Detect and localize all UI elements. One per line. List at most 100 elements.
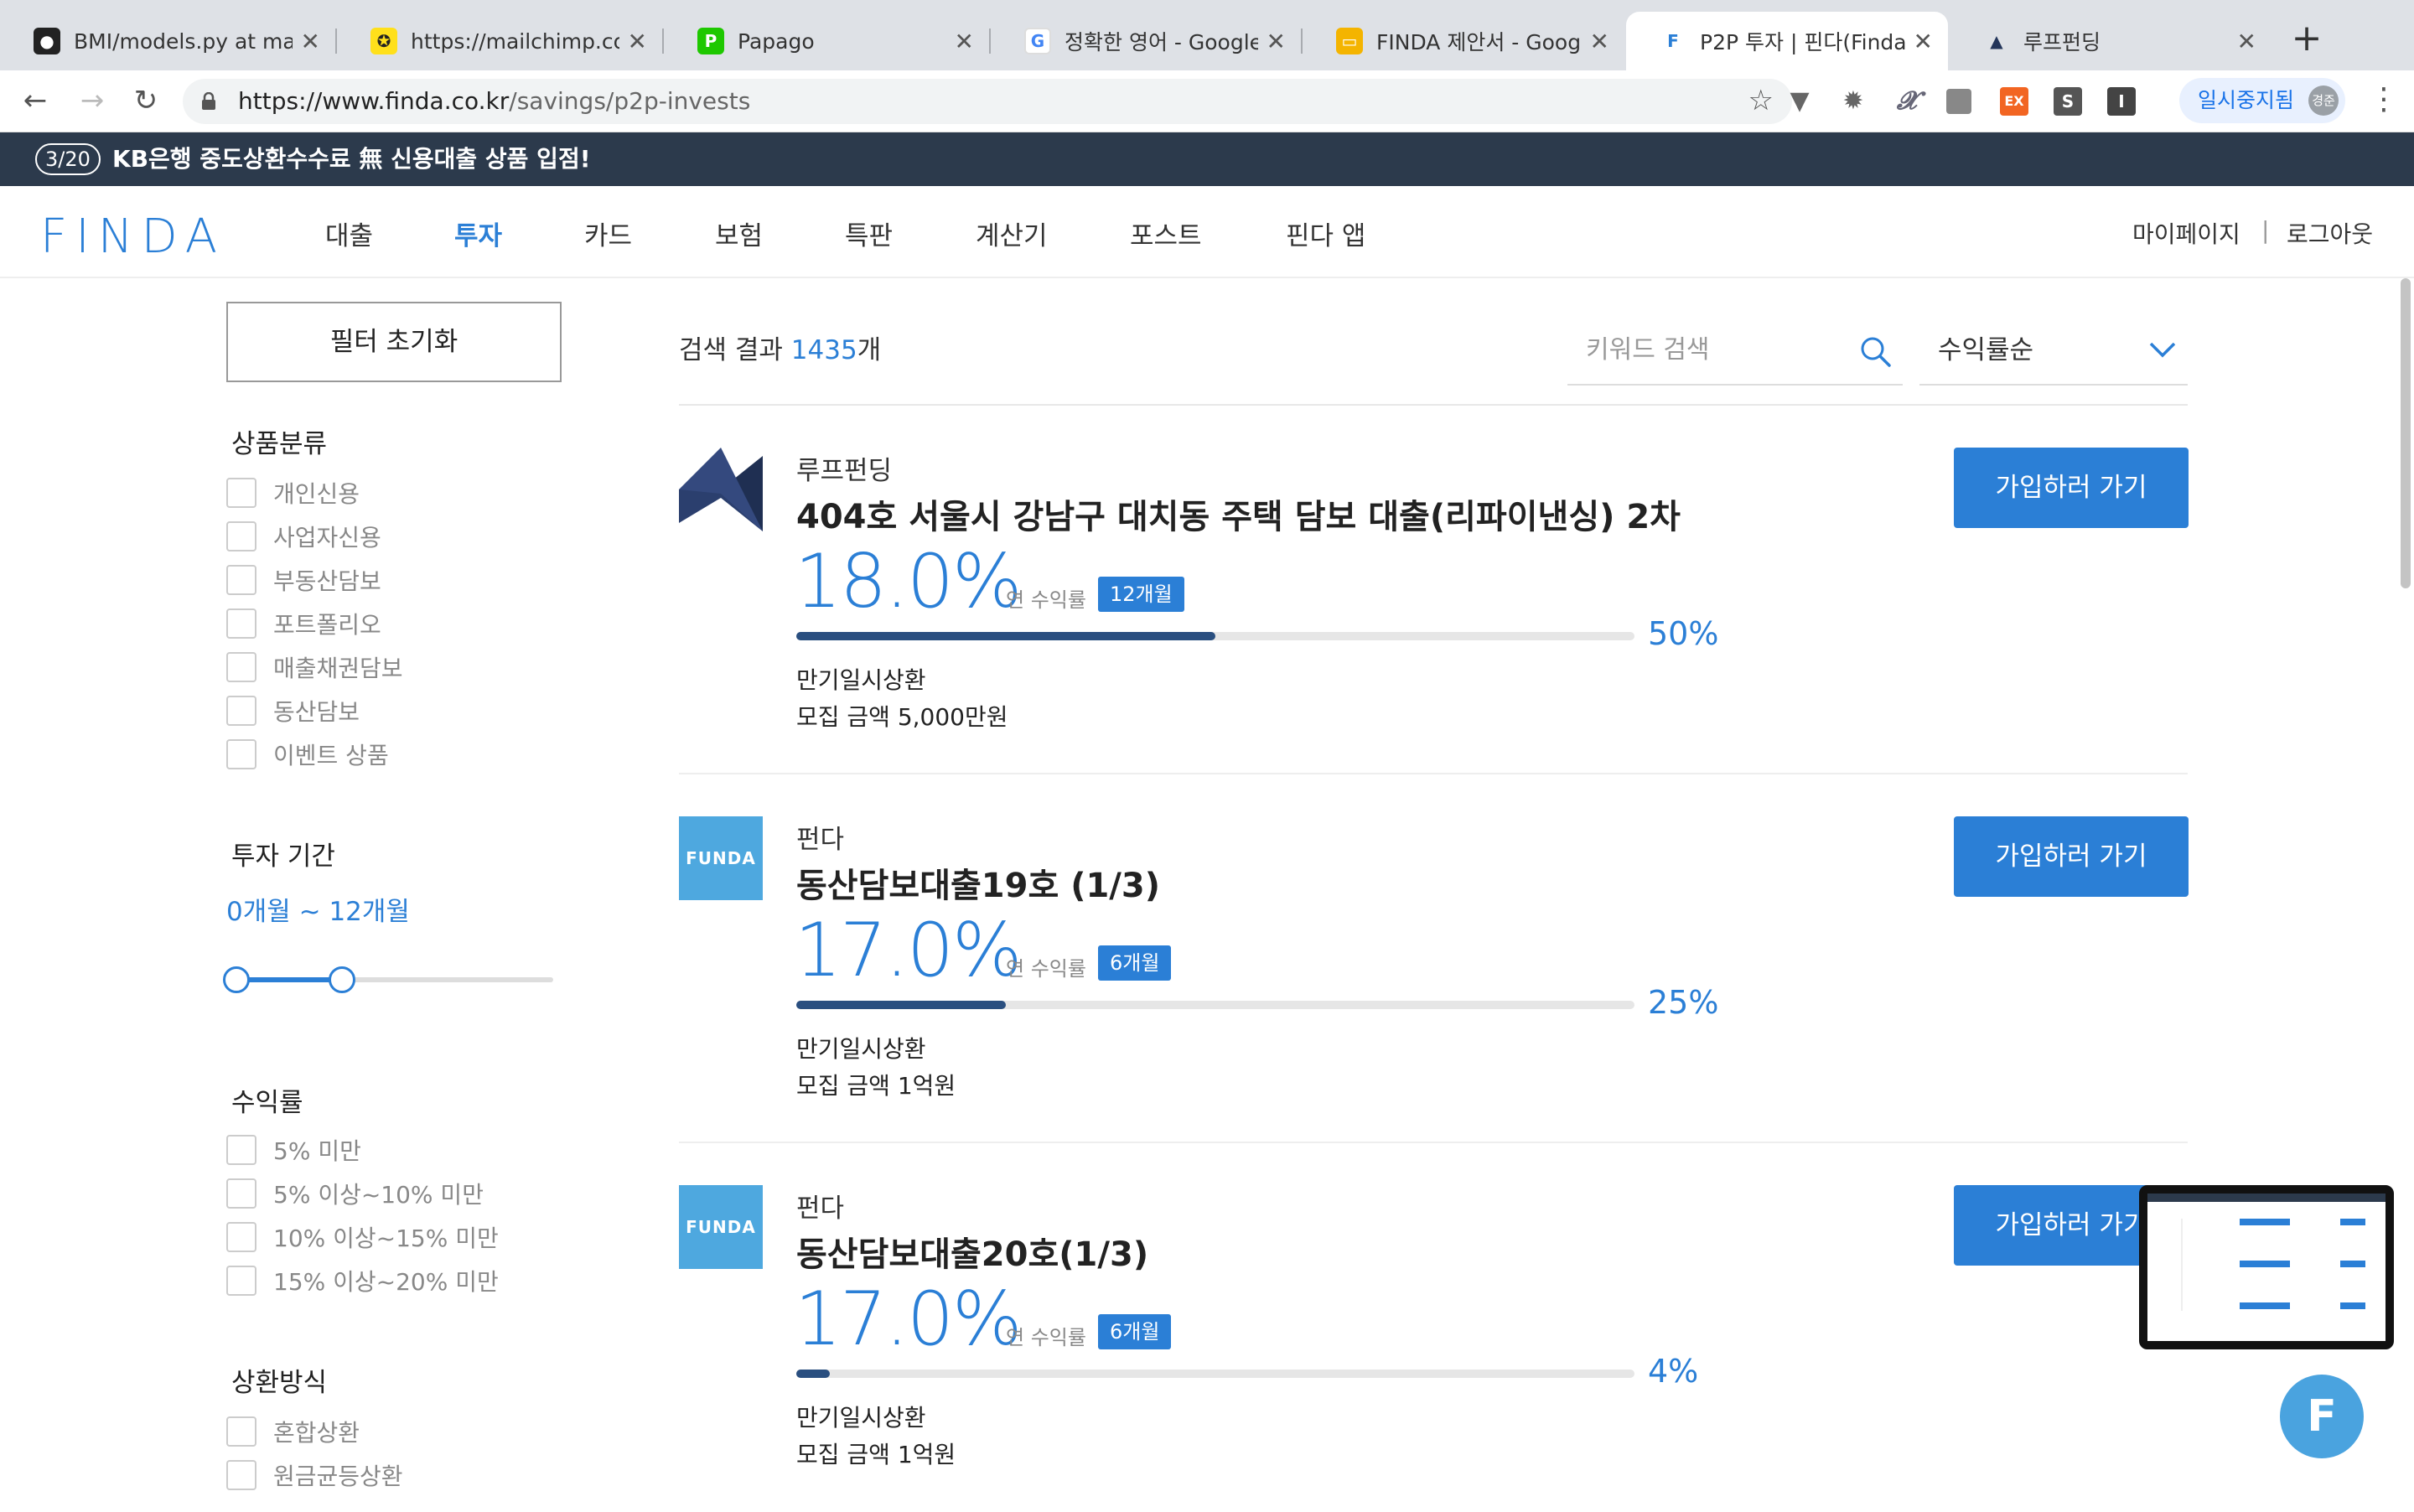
product-company: 루프펀딩	[796, 456, 893, 486]
forward-button[interactable]: →	[74, 82, 111, 119]
rate-label[interactable]: 5% 미만	[273, 1133, 361, 1167]
nav-insurance[interactable]: 보험	[715, 215, 763, 252]
category-label[interactable]: 부동산담보	[273, 563, 381, 597]
funda-logo: FUNDA	[679, 816, 763, 900]
formula-icon[interactable]: 𝓧	[1893, 87, 1921, 116]
s-extension-icon[interactable]: S	[2054, 87, 2082, 116]
close-icon[interactable]: ✕	[628, 28, 647, 55]
tab-title: Papago	[738, 28, 815, 54]
repay-checkbox[interactable]	[226, 1460, 256, 1490]
vue-devtools-icon[interactable]: ▼	[1785, 87, 1814, 116]
repay-label[interactable]: 혼합상환	[273, 1415, 360, 1448]
filter-reset-button[interactable]: 필터 초기화	[226, 302, 562, 382]
logout-link[interactable]: 로그아웃	[2287, 216, 2373, 250]
category-label[interactable]: 포트폴리오	[273, 607, 381, 640]
tab-google[interactable]: G 정확한 영어 - Google 검색 ✕	[991, 12, 1301, 70]
tab-finda-active[interactable]: F P2P 투자 | 핀다(Finda) ✕	[1626, 12, 1948, 70]
close-icon[interactable]: ✕	[1590, 28, 1609, 55]
category-label[interactable]: 동산담보	[273, 694, 360, 728]
screenshot-thumbnail-preview[interactable]	[2139, 1185, 2394, 1349]
category-filter-title: 상품분류	[231, 429, 328, 459]
period-slider-max-handle[interactable]	[329, 966, 355, 993]
page-scrollbar[interactable]	[2401, 278, 2411, 588]
product-card: 루프펀딩 404호 서울시 강남구 대치동 주택 담보 대출(리파이낸싱) 2차…	[679, 406, 2189, 774]
product-company: 펀다	[796, 1194, 845, 1224]
nav-card[interactable]: 카드	[584, 215, 632, 252]
product-title[interactable]: 동산담보대출19호 (1/3)	[796, 858, 1160, 907]
profile-status: 일시중지됨	[2198, 88, 2295, 112]
address-bar[interactable]: https://www.finda.co.kr/savings/p2p-inve…	[183, 79, 1792, 124]
period-slider-min-handle[interactable]	[223, 966, 250, 993]
category-label[interactable]: 사업자신용	[273, 520, 381, 553]
tab-title: https://mailchimp.com	[411, 28, 619, 54]
tab-slides[interactable]: ▭ FINDA 제안서 - Google ✕	[1303, 12, 1624, 70]
nav-post[interactable]: 포스트	[1130, 215, 1202, 252]
repay-checkbox[interactable]	[226, 1416, 256, 1447]
profile-button[interactable]: 일시중지됨 경준	[2179, 78, 2345, 123]
funding-progress-percent: 4%	[1648, 1353, 1699, 1390]
settings-gear-icon[interactable]: ✹	[1839, 87, 1867, 116]
result-count-prefix: 검색 결과	[679, 335, 783, 365]
mypage-link[interactable]: 마이페이지	[2132, 216, 2240, 250]
tab-github[interactable]: ● BMI/models.py at mast ✕	[0, 12, 335, 70]
i-extension-icon[interactable]: I	[2107, 87, 2136, 116]
period-filter-title: 투자 기간	[231, 841, 335, 872]
tab-mailchimp[interactable]: ✪ https://mailchimp.com ✕	[337, 12, 662, 70]
chat-support-button[interactable]: F	[2280, 1375, 2364, 1458]
category-label[interactable]: 매출채권담보	[273, 650, 403, 684]
category-checkbox[interactable]	[226, 478, 256, 508]
rate-label[interactable]: 5% 이상~10% 미만	[273, 1177, 484, 1210]
join-button[interactable]: 가입하러 가기	[1954, 816, 2189, 897]
result-count-suffix: 개	[857, 335, 882, 365]
bookmark-star-icon[interactable]: ☆	[1748, 84, 1774, 117]
category-label[interactable]: 개인신용	[273, 476, 360, 510]
more-menu-icon[interactable]: ⋮	[2369, 82, 2399, 117]
category-checkbox[interactable]	[226, 521, 256, 551]
category-checkbox[interactable]	[226, 696, 256, 726]
keyword-search-input[interactable]: 키워드 검색	[1567, 317, 1903, 386]
nav-finda-app[interactable]: 핀다 앱	[1286, 215, 1365, 252]
rate-label[interactable]: 10% 이상~15% 미만	[273, 1220, 499, 1254]
category-checkbox[interactable]	[226, 608, 256, 639]
repay-label[interactable]: 원금균등상환	[273, 1458, 403, 1492]
category-checkbox[interactable]	[226, 652, 256, 682]
tab-loopfunding[interactable]: ▲ 루프펀딩 ✕	[1950, 12, 2272, 70]
category-checkbox[interactable]	[226, 565, 256, 595]
join-button[interactable]: 가입하러 가기	[1954, 448, 2189, 528]
back-button[interactable]: ←	[17, 82, 54, 119]
rate-checkbox[interactable]	[226, 1266, 256, 1296]
nav-loan[interactable]: 대출	[325, 215, 373, 252]
product-title[interactable]: 404호 서울시 강남구 대치동 주택 담보 대출(리파이낸싱) 2차	[796, 489, 1681, 538]
rate-checkbox[interactable]	[226, 1178, 256, 1209]
banner-message[interactable]: KB은행 중도상환수수료 無 신용대출 상품 입점!	[112, 132, 590, 186]
ex-extension-icon[interactable]: EX	[2000, 87, 2028, 116]
sort-select[interactable]: 수익률순	[1919, 317, 2188, 386]
nav-calculator[interactable]: 계산기	[976, 215, 1048, 252]
tab-papago[interactable]: P Papago ✕	[664, 12, 989, 70]
banner-page-indicator: 3/20	[35, 143, 101, 175]
rate-checkbox[interactable]	[226, 1135, 256, 1165]
search-icon[interactable]	[1859, 335, 1893, 369]
nav-special[interactable]: 특판	[845, 215, 893, 252]
category-label[interactable]: 이벤트 상품	[273, 738, 389, 771]
rate-label[interactable]: 15% 이상~20% 미만	[273, 1264, 499, 1297]
product-amount: 모집 금액 1억원	[796, 1441, 956, 1468]
close-icon[interactable]: ✕	[301, 28, 320, 55]
cube-icon[interactable]	[1946, 89, 1971, 114]
rate-checkbox[interactable]	[226, 1222, 256, 1252]
mailchimp-icon: ✪	[370, 28, 397, 54]
close-icon[interactable]: ✕	[1914, 28, 1933, 55]
category-checkbox[interactable]	[226, 739, 256, 769]
close-icon[interactable]: ✕	[1267, 28, 1286, 55]
new-tab-button[interactable]: +	[2287, 20, 2327, 60]
product-title[interactable]: 동산담보대출20호(1/3)	[796, 1227, 1148, 1276]
search-placeholder: 키워드 검색	[1586, 335, 1710, 365]
reload-button[interactable]: ↻	[127, 82, 164, 119]
finda-logo[interactable]: FINDA	[40, 210, 225, 264]
promo-banner[interactable]: 3/20 KB은행 중도상환수수료 無 신용대출 상품 입점!	[0, 132, 2414, 186]
nav-invest[interactable]: 투자	[454, 215, 502, 252]
browser-tab-bar: ● BMI/models.py at mast ✕ ✪ https://mail…	[0, 0, 2414, 70]
close-icon[interactable]: ✕	[2237, 28, 2256, 55]
close-icon[interactable]: ✕	[955, 28, 974, 55]
slides-icon: ▭	[1336, 28, 1363, 54]
